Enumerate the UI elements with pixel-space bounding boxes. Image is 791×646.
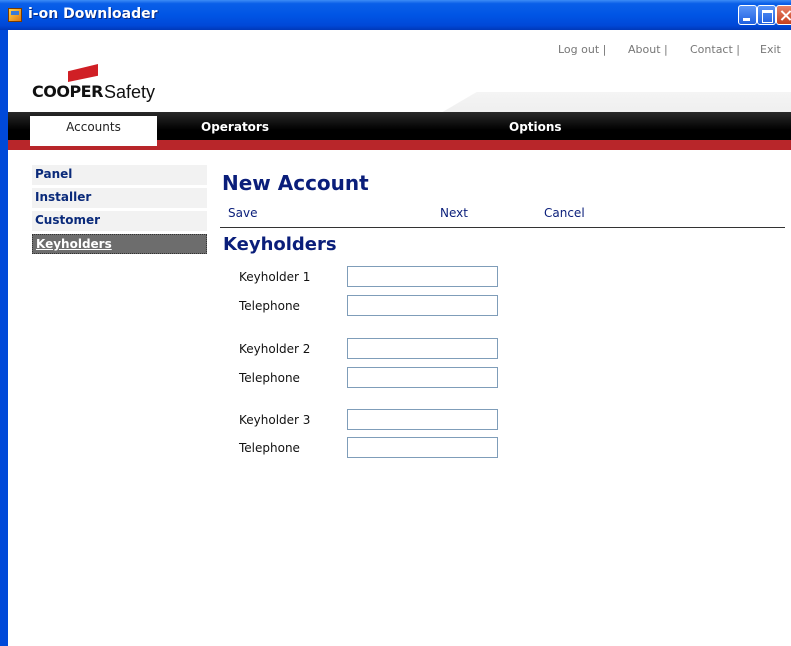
- main-nav: Accounts Operators Options: [8, 112, 791, 150]
- window-border: [0, 30, 8, 646]
- cancel-button[interactable]: Cancel: [544, 206, 585, 220]
- divider: [220, 227, 785, 228]
- sidebar-item-keyholders[interactable]: Keyholders: [32, 234, 207, 254]
- tab-options[interactable]: Options: [509, 114, 562, 140]
- sidebar-item-customer[interactable]: Customer: [32, 211, 207, 231]
- minimize-button[interactable]: [738, 5, 757, 25]
- logout-link[interactable]: Log out |: [558, 43, 606, 56]
- telephone-2-input[interactable]: [347, 367, 498, 388]
- keyholder-2-label: Keyholder 2: [239, 342, 311, 356]
- telephone-3-input[interactable]: [347, 437, 498, 458]
- tab-operators[interactable]: Operators: [201, 114, 269, 140]
- save-button[interactable]: Save: [228, 206, 257, 220]
- sidebar-item-installer[interactable]: Installer: [32, 188, 207, 208]
- logo-product: Safety: [104, 82, 156, 102]
- section-title: Keyholders: [223, 234, 337, 255]
- exit-link[interactable]: Exit: [760, 43, 781, 56]
- keyholder-2-input[interactable]: [347, 338, 498, 359]
- telephone-2-label: Telephone: [239, 371, 300, 385]
- keyholder-1-label: Keyholder 1: [239, 270, 311, 284]
- logo-mark-icon: [68, 64, 98, 82]
- close-button[interactable]: [776, 5, 791, 25]
- sidebar-item-panel[interactable]: Panel: [32, 165, 207, 185]
- app-icon: [8, 8, 22, 22]
- page-title: New Account: [222, 171, 369, 195]
- tab-accounts[interactable]: Accounts: [30, 116, 157, 146]
- telephone-3-label: Telephone: [239, 441, 300, 455]
- keyholder-3-label: Keyholder 3: [239, 413, 311, 427]
- window-titlebar[interactable]: i-on Downloader: [0, 0, 791, 30]
- telephone-1-input[interactable]: [347, 295, 498, 316]
- keyholder-1-input[interactable]: [347, 266, 498, 287]
- maximize-button[interactable]: [757, 5, 776, 25]
- about-link[interactable]: About |: [628, 43, 668, 56]
- next-button[interactable]: Next: [440, 206, 468, 220]
- cooper-safety-logo: COOPER Safety: [32, 64, 172, 104]
- window-title: i-on Downloader: [28, 6, 158, 22]
- telephone-1-label: Telephone: [239, 299, 300, 313]
- contact-link[interactable]: Contact |: [690, 43, 740, 56]
- logo-brand: COOPER: [32, 82, 103, 101]
- keyholder-3-input[interactable]: [347, 409, 498, 430]
